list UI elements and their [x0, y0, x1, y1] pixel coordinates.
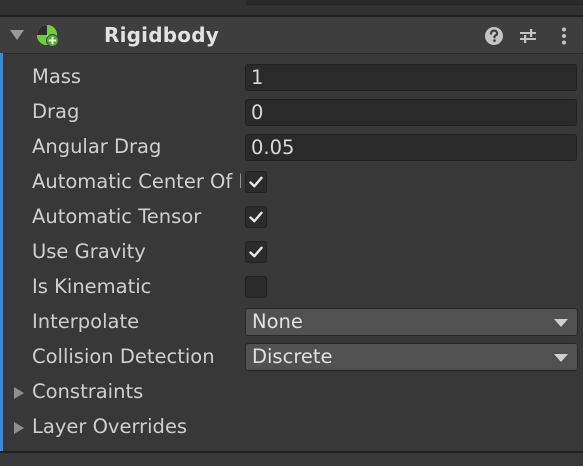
- checkmark-icon: [249, 176, 263, 188]
- automatic-center-of-mass-label: Automatic Center Of Mass: [32, 170, 241, 193]
- help-button[interactable]: [483, 25, 505, 47]
- presets-button[interactable]: [517, 25, 539, 47]
- question-mark-icon: [485, 27, 503, 45]
- interpolate-row: Interpolate None: [0, 305, 583, 340]
- previous-component-edge: [0, 0, 583, 15]
- automatic-center-of-mass-row: Automatic Center Of Mass: [0, 165, 583, 200]
- layer-overrides-foldout[interactable]: Layer Overrides: [0, 410, 583, 445]
- component-header[interactable]: Rigidbody: [0, 17, 583, 54]
- previous-field-edge: [246, 0, 583, 5]
- is-kinematic-row: Is Kinematic: [0, 270, 583, 305]
- collision-detection-value: Discrete: [252, 345, 333, 368]
- chevron-down-icon: [554, 319, 568, 327]
- constraints-label: Constraints: [32, 380, 144, 403]
- inspector-panel: Rigidbody Mass 1 Drag 0 Angular Drag 0.0…: [0, 0, 583, 466]
- angular-drag-row: Angular Drag 0.05: [0, 130, 583, 165]
- expand-arrow-icon: [14, 387, 24, 399]
- layer-overrides-label: Layer Overrides: [32, 415, 188, 438]
- is-kinematic-label: Is Kinematic: [32, 275, 152, 298]
- checkmark-icon: [249, 211, 263, 223]
- next-component-edge: [0, 453, 583, 466]
- drag-field[interactable]: 0: [245, 99, 577, 126]
- component-title: Rigidbody: [104, 23, 219, 47]
- collision-detection-row: Collision Detection Discrete: [0, 340, 583, 375]
- automatic-tensor-label: Automatic Tensor: [32, 205, 202, 228]
- mass-row: Mass 1: [0, 60, 583, 95]
- collision-detection-dropdown[interactable]: Discrete: [245, 343, 578, 371]
- interpolate-label: Interpolate: [32, 310, 140, 333]
- rigidbody-physics-icon: [37, 25, 59, 47]
- use-gravity-row: Use Gravity: [0, 235, 583, 270]
- constraints-foldout[interactable]: Constraints: [0, 375, 583, 410]
- drag-label: Drag: [32, 100, 80, 123]
- interpolate-value: None: [252, 310, 303, 333]
- automatic-tensor-row: Automatic Tensor: [0, 200, 583, 235]
- collapse-arrow-icon[interactable]: [10, 30, 24, 40]
- drag-row: Drag 0: [0, 95, 583, 130]
- context-menu-button[interactable]: [553, 25, 575, 47]
- mass-label: Mass: [32, 65, 82, 88]
- angular-drag-field[interactable]: 0.05: [245, 134, 577, 161]
- sliders-preset-icon: [520, 29, 536, 43]
- checkmark-icon: [249, 246, 263, 258]
- angular-drag-label: Angular Drag: [32, 135, 162, 158]
- interpolate-dropdown[interactable]: None: [245, 308, 578, 336]
- is-kinematic-checkbox[interactable]: [245, 276, 267, 298]
- automatic-center-of-mass-checkbox[interactable]: [245, 171, 267, 193]
- chevron-down-icon: [554, 354, 568, 362]
- collision-detection-label: Collision Detection: [32, 345, 215, 368]
- vertical-ellipsis-icon: [562, 27, 566, 45]
- use-gravity-label: Use Gravity: [32, 240, 146, 263]
- automatic-tensor-checkbox[interactable]: [245, 206, 267, 228]
- use-gravity-checkbox[interactable]: [245, 241, 267, 263]
- mass-field[interactable]: 1: [245, 64, 577, 91]
- expand-arrow-icon: [14, 422, 24, 434]
